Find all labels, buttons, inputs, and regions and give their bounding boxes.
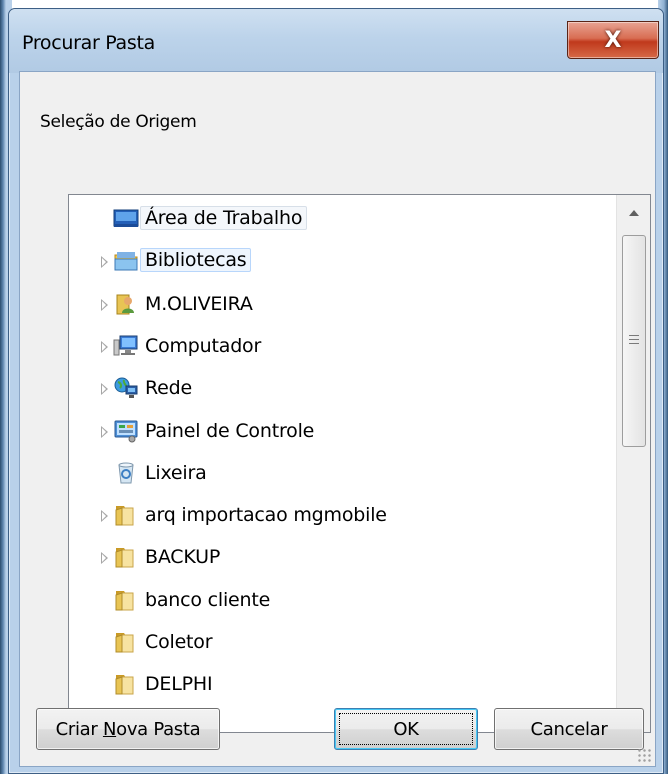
dialog-client-area: Seleção de Origem Área de Trabalho Biblio… (19, 71, 656, 767)
tree-item-label: DELPHI (145, 673, 213, 696)
control-panel-icon (113, 419, 139, 443)
new-folder-label-prefix: Criar (55, 718, 103, 740)
ok-button[interactable]: OK (334, 708, 478, 750)
expand-arrow-icon[interactable] (101, 340, 108, 353)
cancel-button-label: Cancelar (530, 718, 608, 740)
title-bar[interactable]: Procurar Pasta X (9, 9, 663, 73)
expand-arrow-icon[interactable] (101, 552, 108, 565)
grip-line-icon (629, 339, 639, 340)
folder-icon (113, 545, 139, 569)
tree-item-label: arq importacao mgmobile (145, 504, 387, 527)
close-button[interactable]: X (567, 21, 659, 59)
expand-arrow-icon[interactable] (101, 383, 108, 396)
tree-item-label: Lixeira (145, 461, 207, 484)
vertical-scrollbar[interactable] (616, 195, 650, 732)
tree-item[interactable]: Bibliotecas (69, 242, 616, 280)
arrow-up-icon (628, 209, 639, 216)
tree-item[interactable]: DELPHI (69, 665, 616, 703)
tree-item-label: Painel de Controle (145, 419, 315, 442)
tree-item-label: M.OLIVEIRA (145, 292, 253, 315)
tree-item-label: Computador (145, 334, 262, 357)
expand-arrow-icon[interactable] (101, 425, 108, 438)
desktop-icon (113, 207, 139, 231)
dialog-subtitle: Seleção de Origem (40, 112, 197, 132)
libraries-icon (113, 249, 139, 273)
folder-icon (113, 503, 139, 527)
tree-item[interactable]: arq importacao mgmobile (69, 496, 616, 534)
tree-item[interactable]: banco cliente (69, 581, 616, 619)
tree-item[interactable]: BACKUP (69, 538, 616, 576)
tree-item-label: Rede (145, 377, 192, 400)
expand-arrow-icon[interactable] (101, 510, 108, 523)
cancel-button[interactable]: Cancelar (494, 708, 644, 750)
tree-item-label: banco cliente (145, 588, 271, 611)
tree-item-label: BACKUP (145, 546, 221, 569)
folder-icon (113, 672, 139, 696)
scroll-thumb[interactable] (622, 235, 646, 447)
network-icon (113, 376, 139, 400)
new-folder-button[interactable]: Criar Nova Pasta (36, 708, 220, 750)
focus-rectangle (339, 713, 473, 745)
folder-icon (113, 630, 139, 654)
recycle-bin-icon (113, 461, 139, 485)
folder-tree[interactable]: Área de Trabalho Bibliotecas M.OLIVEIRA Com… (68, 194, 651, 733)
browse-folder-dialog: Procurar Pasta X Seleção de Origem Área … (8, 8, 664, 774)
tree-item[interactable]: Painel de Controle (69, 412, 616, 450)
computer-icon (113, 334, 139, 358)
new-folder-label: Criar Nova Pasta (56, 719, 201, 740)
grip-line-icon (629, 343, 639, 344)
tree-item[interactable]: Coletor (69, 623, 616, 661)
tree-item-label: Bibliotecas (140, 248, 252, 273)
grip-line-icon (629, 335, 639, 336)
tree-item[interactable]: Rede (69, 369, 616, 407)
expand-arrow-icon[interactable] (101, 256, 108, 269)
close-icon: X (604, 27, 622, 53)
expand-arrow-icon[interactable] (101, 298, 108, 311)
scroll-up-button[interactable] (617, 195, 650, 230)
tree-item[interactable]: Lixeira (69, 454, 616, 492)
new-folder-label-suffix: ova Pasta (116, 718, 201, 740)
tree-item[interactable]: Área de Trabalho (69, 200, 616, 238)
tree-item[interactable]: M.OLIVEIRA (69, 285, 616, 323)
folder-icon (113, 588, 139, 612)
tree-item[interactable]: Computador (69, 327, 616, 365)
window-title: Procurar Pasta (22, 32, 155, 54)
resize-grip-icon[interactable] (637, 748, 651, 762)
tree-item-label: Coletor (145, 631, 213, 653)
user-folder-icon (113, 292, 139, 316)
new-folder-label-accelerator: N (102, 718, 117, 740)
tree-item-label: Área de Trabalho (140, 206, 308, 230)
